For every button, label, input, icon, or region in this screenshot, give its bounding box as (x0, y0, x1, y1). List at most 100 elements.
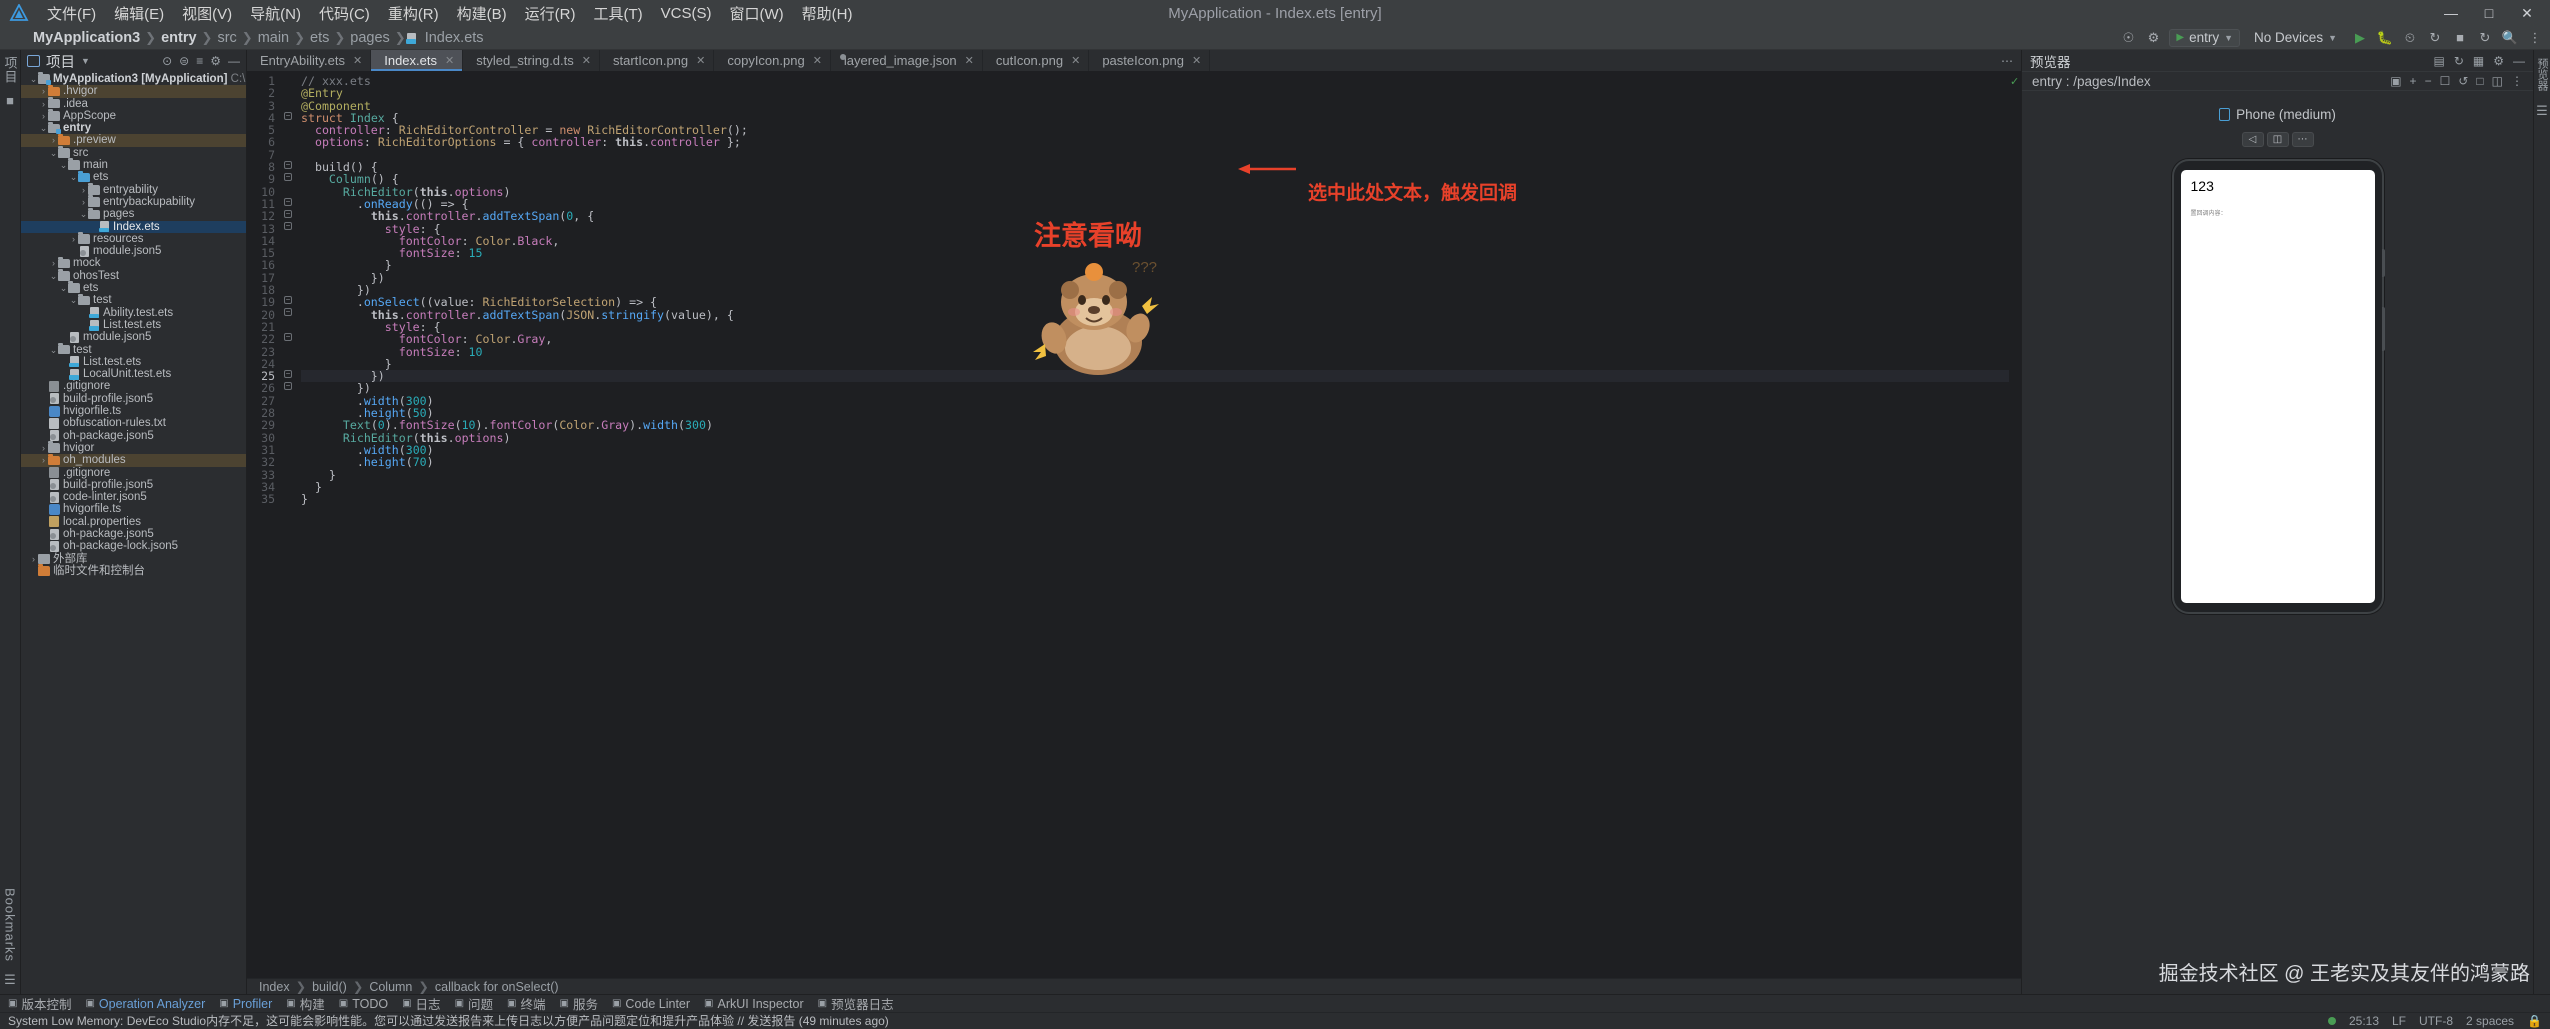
more-icon[interactable]: ⋯ (2291, 132, 2314, 147)
chevron-right-icon[interactable]: › (79, 196, 88, 208)
tree-node-pages[interactable]: ⌄ pages (21, 207, 246, 220)
close-tab-icon[interactable]: ✕ (965, 54, 974, 67)
project-tool-label[interactable]: 项目 (1, 56, 20, 84)
search-everywhere-icon[interactable]: ☉ (2119, 29, 2137, 47)
left-tool-strip[interactable]: 项目 ■ Bookmarks ☰ (0, 50, 21, 994)
gear-icon[interactable]: ⚙ (2493, 54, 2504, 68)
close-tab-icon[interactable]: ✕ (445, 54, 454, 67)
status-right[interactable]: 25:13 LF UTF-8 2 spaces 🔒 (2327, 1014, 2542, 1028)
tool-window-arkui-inspector[interactable]: ▣ ArkUI Inspector (704, 997, 804, 1011)
multi-device-icon[interactable]: ◫ (2266, 132, 2289, 147)
refresh-icon[interactable]: ↻ (2454, 54, 2464, 68)
caret-position[interactable]: 25:13 (2349, 1014, 2379, 1028)
code-line[interactable]: } (301, 480, 2009, 493)
chevron-right-icon[interactable]: › (39, 442, 48, 454)
editor-tab-actions[interactable]: ⋯ (1993, 50, 2021, 71)
bookmarks-tool-label[interactable]: Bookmarks (3, 888, 18, 962)
tree-node-index-ets[interactable]: Index.ets (21, 220, 246, 233)
window-controls[interactable]: — □ ✕ (2432, 0, 2546, 26)
tree-node-oh-package-json5[interactable]: oh-package.json5 (21, 430, 246, 442)
zoom-in-icon[interactable]: + (2410, 74, 2417, 88)
chevron-right-icon[interactable]: › (29, 553, 38, 565)
tree-node-local-properties[interactable]: local.properties (21, 516, 246, 528)
fold-marker[interactable]: − (284, 210, 292, 218)
breadcrumb-main[interactable]: main (253, 29, 294, 47)
debug-button-icon[interactable]: 🐛 (2376, 29, 2394, 47)
tree-node-ets[interactable]: ⌄ ets (21, 281, 246, 294)
code-line[interactable]: Text(0).fontSize(10).fontColor(Color.Gra… (301, 419, 2009, 432)
tree-node-localunit-test-ets[interactable]: LocalUnit.test.ets (21, 368, 246, 380)
tree-node-appscope[interactable]: › AppScope (21, 109, 246, 122)
menu-code[interactable]: 代码(C) (310, 0, 379, 27)
chevron-right-icon[interactable]: › (39, 110, 48, 122)
tree-node-build-profile-json5[interactable]: build-profile.json5 (21, 393, 246, 405)
tree-node-test[interactable]: ⌄ test (21, 293, 246, 306)
code-line[interactable] (301, 149, 2009, 161)
chevron-down-icon[interactable]: ⌄ (39, 122, 48, 134)
previewer-header-actions[interactable]: ▤ ↻ ▦ ⚙ — (2433, 54, 2525, 68)
tool-window-版本控制[interactable]: ▣ 版本控制 (8, 994, 71, 1013)
left-strip-bottom[interactable]: Bookmarks ☰ (3, 888, 18, 994)
grid-icon[interactable]: ▦ (2473, 54, 2484, 68)
structure-icon[interactable]: ☰ (4, 972, 16, 988)
run-button-icon[interactable]: ▶ (2351, 29, 2369, 47)
lock-icon[interactable]: 🔒 (2527, 1014, 2542, 1028)
menu-run[interactable]: 运行(R) (516, 0, 585, 27)
tree-node--idea[interactable]: › .idea (21, 97, 246, 110)
breadcrumb[interactable]: MyApplication3 ❯ entry ❯ src ❯ main ❯ et… (28, 29, 489, 47)
menu-vcs[interactable]: VCS(S) (652, 2, 721, 25)
breadcrumb-project[interactable]: MyApplication3 (28, 29, 145, 47)
tool-window-profiler[interactable]: ▣ Profiler (219, 997, 272, 1011)
menu-tools[interactable]: 工具(T) (584, 0, 651, 27)
close-tab-icon[interactable]: ✕ (582, 54, 591, 67)
editor-breadcrumb-callback[interactable]: callback for onSelect() (435, 980, 559, 994)
tree-node-module-json5[interactable]: module.json5 (21, 331, 246, 343)
tree-node-list-test-ets[interactable]: List.test.ets (21, 356, 246, 368)
chevron-right-icon[interactable]: › (39, 85, 48, 97)
chevron-down-icon[interactable]: ⌄ (79, 208, 88, 220)
line-separator[interactable]: LF (2392, 1014, 2406, 1028)
close-tab-icon[interactable]: ✕ (1071, 54, 1080, 67)
chevron-down-icon[interactable]: ⌄ (49, 270, 58, 282)
breadcrumb-ets[interactable]: ets (305, 29, 334, 47)
menu-help[interactable]: 帮助(H) (793, 0, 862, 27)
select-opened-file-icon[interactable]: ≡ (196, 54, 203, 68)
previewer-strip-label[interactable]: 预览器 (2534, 58, 2550, 91)
code-line[interactable]: RichEditor(this.options) (301, 431, 2009, 444)
tree-node-obfuscation-rules-txt[interactable]: obfuscation-rules.txt (21, 417, 246, 429)
tree-node-entryability[interactable]: › entryability (21, 183, 246, 196)
tree-node-ets[interactable]: ⌄ ets (21, 170, 246, 183)
code-line[interactable]: }) (301, 382, 2009, 395)
rich-editor-text[interactable]: 123 (2191, 178, 2365, 194)
more-icon[interactable]: ⋮ (2511, 74, 2523, 88)
editor-tab-bar[interactable]: EntryAbility.ets ✕ Index.ets ✕ styled_string… (247, 50, 2021, 71)
attach-debugger-icon[interactable]: ↻ (2426, 29, 2444, 47)
chevron-right-icon[interactable]: › (49, 134, 58, 146)
editor-tab-entryability-ets[interactable]: EntryAbility.ets ✕ (247, 50, 372, 71)
breadcrumb-module[interactable]: entry (156, 29, 201, 47)
tool-window-日志[interactable]: ▣ 日志 (402, 994, 440, 1013)
tree-node-entrybackupability[interactable]: › entrybackupability (21, 195, 246, 208)
close-tab-icon[interactable]: ✕ (353, 54, 362, 67)
hide-panel-icon[interactable]: — (2513, 54, 2525, 68)
chevron-down-icon[interactable]: ⌄ (69, 294, 78, 306)
expand-all-icon[interactable]: ⊙ (162, 54, 172, 68)
settings-icon[interactable]: ⚙ (2144, 29, 2162, 47)
previewer-path-actions[interactable]: ▣ + − ☐ ↺ □ ◫ ⋮ (2390, 74, 2523, 88)
editor-tab-copyicon-png[interactable]: copyIcon.png ✕ (714, 50, 831, 71)
rotate-icon[interactable]: ↺ (2458, 74, 2468, 88)
code-line[interactable]: .width(300) (301, 394, 2009, 407)
inspector-icon[interactable]: ▣ (2390, 74, 2401, 88)
fold-marker[interactable]: − (284, 173, 292, 181)
menu-bar[interactable]: 文件(F) 编辑(E) 视图(V) 导航(N) 代码(C) 重构(R) 构建(B… (38, 0, 861, 27)
code-line[interactable]: } (301, 468, 2009, 481)
tree-node-oh-package-json5[interactable]: oh-package.json5 (21, 528, 246, 540)
tree-node-module-json5[interactable]: module.json5 (21, 245, 246, 257)
tree-node-code-linter-json5[interactable]: code-linter.json5 (21, 491, 246, 503)
device-selector[interactable]: No Devices ▼ (2247, 29, 2344, 47)
tree-node-oh-package-lock-json5[interactable]: oh-package-lock.json5 (21, 540, 246, 552)
tree-node-src[interactable]: ⌄ src (21, 146, 246, 159)
phone-preview-frame[interactable]: 123 置回调内容： (2171, 159, 2385, 614)
code-line[interactable]: .height(70) (301, 456, 2009, 469)
editor-breadcrumb-column[interactable]: Column (369, 980, 412, 994)
